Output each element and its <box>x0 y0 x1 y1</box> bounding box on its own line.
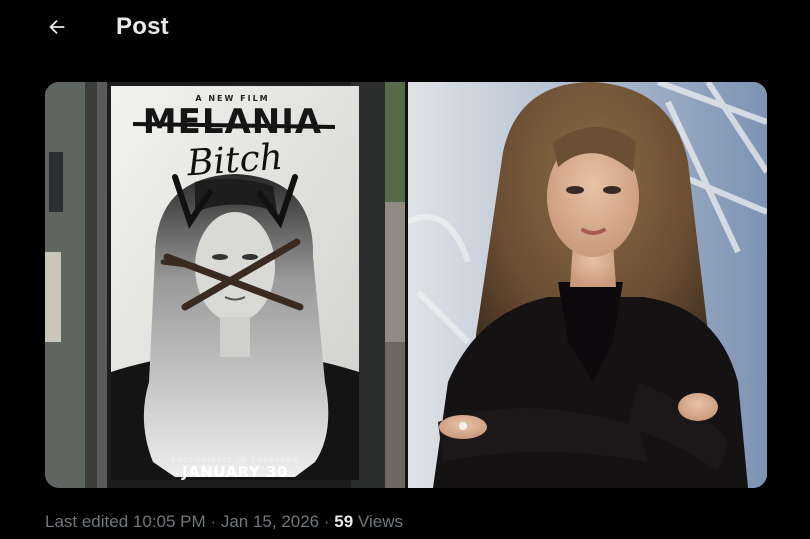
portrait-photo[interactable] <box>408 82 767 488</box>
post-time[interactable]: 10:05 PM <box>133 512 206 531</box>
top-bar: Post <box>0 0 810 60</box>
portrait-photo-art <box>408 82 767 488</box>
post-date[interactable]: Jan 15, 2026 <box>221 512 319 531</box>
post-meta: Last edited 10:05 PM · Jan 15, 2026 · 59… <box>45 512 403 532</box>
poster-photo[interactable]: A NEW FILM MELANIA Bitch EXCLUSIVELY IN … <box>45 82 405 488</box>
poster-release-date: JANUARY 30 <box>182 463 288 481</box>
poster-film-title: MELANIA <box>142 102 323 142</box>
back-button[interactable] <box>38 10 76 48</box>
post-media-grid[interactable]: A NEW FILM MELANIA Bitch EXCLUSIVELY IN … <box>45 82 767 488</box>
edited-label: Last edited <box>45 512 129 531</box>
views-label: Views <box>357 512 403 531</box>
views-count: 59 <box>334 512 354 531</box>
meta-separator: · <box>210 512 217 531</box>
arrow-left-icon <box>46 16 68 43</box>
meta-separator: · <box>323 512 330 531</box>
page-title: Post <box>116 13 169 40</box>
